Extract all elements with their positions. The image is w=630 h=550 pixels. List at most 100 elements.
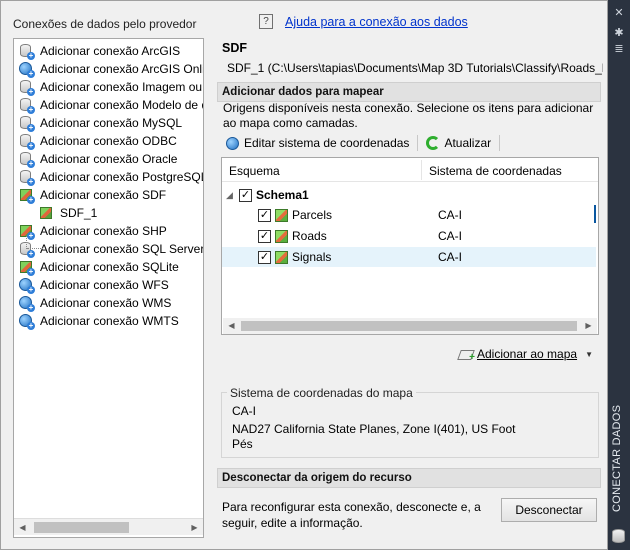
column-header-schema[interactable]: Esquema	[229, 164, 280, 178]
add-data-description: Origens disponíveis nesta conexão. Selec…	[223, 101, 594, 130]
add-to-map-button[interactable]: Adicionar ao mapa ▼	[455, 343, 597, 365]
map-coordinate-legend: Sistema de coordenadas do mapa	[227, 386, 416, 400]
database-add-icon: +	[18, 133, 35, 150]
table-row[interactable]: ✓ Parcels CA-I	[222, 205, 596, 225]
toolbar-divider	[417, 135, 419, 151]
column-resize-marker	[594, 205, 596, 223]
connection-name: SDF	[222, 41, 247, 55]
provider-label: Adicionar conexão SQL Server	[40, 242, 204, 256]
map-cs-code: CA-I	[232, 404, 256, 418]
provider-item[interactable]: + Adicionar conexão ODBC	[18, 132, 177, 150]
provider-label: SDF_1	[60, 206, 98, 220]
collapse-triangle-icon[interactable]: ◢	[226, 190, 236, 200]
database-add-icon: +	[18, 43, 35, 60]
disconnect-header: Desconectar da origem do recurso	[217, 468, 601, 488]
scrollbar-thumb[interactable]	[34, 522, 129, 533]
provider-item[interactable]: + Adicionar conexão Oracle	[18, 150, 177, 168]
globe-icon	[226, 136, 239, 150]
data-connect-window: Conexões de dados pelo provedor + Adicion…	[0, 0, 608, 550]
provider-item[interactable]: + Adicionar conexão Modelo de dados	[18, 96, 203, 114]
database-add-icon: +	[18, 169, 35, 186]
schema-checkbox[interactable]: ✓	[239, 188, 252, 202]
provider-label: Adicionar conexão ArcGIS Online	[40, 62, 204, 76]
chevron-down-icon[interactable]: ▼	[585, 350, 593, 359]
table-row[interactable]: ✓ Signals CA-I	[222, 247, 596, 267]
globe-add-icon: +	[18, 313, 35, 330]
provider-label: Adicionar conexão Modelo de dados	[40, 98, 203, 112]
provider-tree[interactable]: + Adicionar conexão ArcGIS + Adicionar cone…	[13, 38, 204, 538]
provider-horizontal-scrollbar[interactable]: ◀ ▶	[14, 518, 203, 535]
globe-add-icon: +	[18, 61, 35, 78]
scroll-left-arrow-icon[interactable]: ◀	[223, 317, 240, 334]
add-layer-icon	[459, 348, 475, 363]
column-header-coordinate-system[interactable]: Sistema de coordenadas	[429, 164, 562, 178]
provider-item[interactable]: + Adicionar conexão ArcGIS Online	[18, 60, 204, 78]
add-to-map-label: Adicionar ao mapa	[477, 347, 578, 361]
scroll-right-arrow-icon[interactable]: ▶	[186, 519, 203, 536]
provider-item[interactable]: + Adicionar conexão SQL Server	[18, 240, 204, 258]
sdf-cube-icon	[38, 205, 54, 221]
edit-cs-label: Editar sistema de coordenadas	[244, 136, 410, 150]
feature-coord: CA-I	[438, 250, 462, 264]
provider-item[interactable]: + Adicionar conexão SHP	[18, 222, 167, 240]
table-row[interactable]: ✓ Roads CA-I	[222, 226, 596, 246]
connection-path: SDF_1 (C:\Users\tapias\Documents\Map 3D …	[227, 61, 603, 75]
database-add-icon: +	[18, 79, 35, 96]
provider-label: Adicionar conexão WFS	[40, 278, 169, 292]
help-icon[interactable]: ?	[259, 14, 273, 29]
tree-connector	[27, 248, 43, 249]
schema-table: Esquema Sistema de coordenadas ◢ ✓ Schem…	[221, 157, 599, 335]
scroll-right-arrow-icon[interactable]: ▶	[580, 317, 597, 334]
feature-coord: CA-I	[438, 208, 462, 222]
provider-label: Adicionar conexão ArcGIS	[40, 44, 181, 58]
disconnect-text: Para reconfigurar esta conexão, desconec…	[222, 500, 481, 530]
add-data-header: Adicionar dados para mapear	[217, 82, 601, 102]
provider-item[interactable]: + Adicionar conexão WMTS	[18, 312, 179, 330]
refresh-icon	[426, 136, 441, 150]
provider-label: Adicionar conexão MySQL	[40, 116, 183, 130]
table-horizontal-scrollbar[interactable]: ◀ ▶	[223, 318, 597, 334]
provider-item[interactable]: + Adicionar conexão ArcGIS	[18, 42, 180, 60]
provider-label: Adicionar conexão Imagem ou superfície	[40, 80, 203, 94]
provider-item[interactable]: SDF_1	[38, 204, 97, 222]
scrollbar-thumb[interactable]	[241, 321, 577, 331]
side-strip-label: CONECTAR DADOS	[611, 404, 623, 512]
globe-add-icon: +	[18, 295, 35, 312]
disconnect-button[interactable]: Desconectar	[501, 498, 597, 522]
provider-item[interactable]: + Adicionar conexão MySQL	[18, 114, 182, 132]
provider-item[interactable]: + Adicionar conexão SQLite	[18, 258, 179, 276]
provider-label: Adicionar conexão ODBC	[40, 134, 177, 148]
sdf-add-icon: +	[18, 187, 35, 204]
parcels-checkbox[interactable]: ✓	[258, 208, 271, 222]
properties-icon[interactable]: ≣	[612, 42, 626, 56]
roads-checkbox[interactable]: ✓	[258, 229, 271, 243]
edit-coordinate-system-button[interactable]: Editar sistema de coordenadas	[222, 133, 413, 153]
provider-label: Adicionar conexão WMTS	[40, 314, 179, 328]
provider-label: Adicionar conexão WMS	[40, 296, 172, 310]
provider-label: Adicionar conexão PostgreSQL	[40, 170, 204, 184]
feature-class-icon	[275, 208, 288, 222]
column-divider[interactable]	[421, 160, 422, 180]
database-add-icon: +	[18, 97, 35, 114]
provider-item[interactable]: + Adicionar conexão Imagem ou superfície	[18, 78, 203, 96]
provider-item[interactable]: + Adicionar conexão WFS	[18, 276, 169, 294]
refresh-button[interactable]: Atualizar	[422, 133, 495, 153]
provider-item[interactable]: + Adicionar conexão WMS	[18, 294, 171, 312]
signals-checkbox[interactable]: ✓	[258, 250, 271, 264]
sdf-add-icon: +	[18, 259, 35, 276]
feature-class-icon	[275, 229, 288, 243]
feature-coord: CA-I	[438, 229, 462, 243]
pin-icon[interactable]: ✱	[612, 26, 626, 40]
database-add-icon: +	[18, 151, 35, 168]
schema-row[interactable]: ◢ ✓ Schema1	[226, 185, 598, 205]
provider-label: Adicionar conexão SHP	[40, 224, 167, 238]
database-icon[interactable]	[612, 529, 625, 543]
scroll-left-arrow-icon[interactable]: ◀	[14, 519, 31, 536]
provider-item[interactable]: + Adicionar conexão SDF	[18, 186, 166, 204]
provider-item[interactable]: + Adicionar conexão PostgreSQL	[18, 168, 204, 186]
close-icon[interactable]: ✕	[612, 6, 626, 20]
table-header: Esquema Sistema de coordenadas	[222, 158, 598, 182]
schema-name: Schema1	[256, 188, 309, 202]
provider-label: Adicionar conexão Oracle	[40, 152, 178, 166]
help-link[interactable]: Ajuda para a conexão aos dados	[285, 15, 468, 29]
